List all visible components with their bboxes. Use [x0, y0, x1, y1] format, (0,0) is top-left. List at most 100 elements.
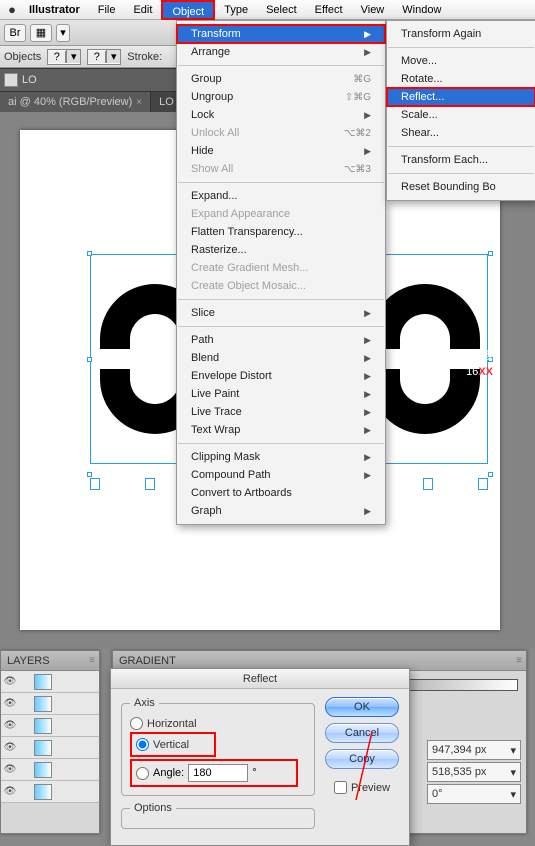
transform-readout: 947,394 px▾ 518,535 px▾ 0°▾ — [427, 740, 521, 806]
app-name[interactable]: Illustrator — [20, 4, 89, 16]
angle-field[interactable]: 0°▾ — [427, 784, 521, 804]
axis-horizontal[interactable]: Horizontal — [130, 717, 306, 730]
chevron-icon: ▾ — [510, 766, 516, 779]
object-item-envelope-distort[interactable]: Envelope Distort▶ — [177, 367, 385, 385]
panel-menu-icon[interactable]: ≡ — [516, 655, 522, 666]
arrange-docs-button[interactable]: ▦ — [30, 24, 52, 42]
transform-item-reset-bounding-bo[interactable]: Reset Bounding Bo — [387, 178, 535, 196]
object-item-text-wrap[interactable]: Text Wrap▶ — [177, 421, 385, 439]
visibility-icon[interactable]: 👁 — [1, 676, 19, 687]
radio-vertical[interactable] — [136, 738, 149, 751]
y-field[interactable]: 518,535 px▾ — [427, 762, 521, 782]
object-item-graph[interactable]: Graph▶ — [177, 502, 385, 520]
menu-item-label: Unlock All — [191, 127, 239, 139]
bridge-button[interactable]: Br — [4, 24, 26, 42]
layer-thumb — [34, 696, 52, 712]
degree-symbol: ° — [252, 767, 256, 779]
radio-horizontal[interactable] — [130, 717, 143, 730]
menu-item-label: Hide — [191, 145, 214, 157]
layer-thumb — [34, 674, 52, 690]
preview-toggle[interactable]: Preview — [334, 781, 390, 794]
close-icon[interactable]: × — [136, 97, 142, 108]
toolbar-dropdown[interactable]: ▾ — [56, 24, 70, 42]
transform-item-shear-[interactable]: Shear... — [387, 124, 535, 142]
visibility-icon[interactable]: 👁 — [1, 742, 19, 753]
menu-select[interactable]: Select — [257, 0, 306, 20]
object-item-slice[interactable]: Slice▶ — [177, 304, 385, 322]
axis-vertical[interactable]: Vertical — [136, 738, 210, 751]
visibility-icon[interactable]: 👁 — [1, 786, 19, 797]
transform-item-reflect-[interactable]: Reflect... — [387, 88, 535, 106]
transform-item-move-[interactable]: Move... — [387, 52, 535, 70]
cancel-button[interactable]: Cancel — [325, 723, 399, 743]
object-item-group[interactable]: Group⌘G — [177, 70, 385, 88]
menu-edit[interactable]: Edit — [124, 0, 161, 20]
object-item-arrange[interactable]: Arrange▶ — [177, 43, 385, 61]
object-item-blend[interactable]: Blend▶ — [177, 349, 385, 367]
menu-type[interactable]: Type — [215, 0, 257, 20]
visibility-icon[interactable]: 👁 — [1, 764, 19, 775]
menu-file[interactable]: File — [89, 0, 125, 20]
apple-menu[interactable]: ● — [4, 2, 20, 17]
object-item-transform[interactable]: Transform▶ — [177, 25, 385, 43]
menu-item-label: Clipping Mask — [191, 451, 260, 463]
shortcut: ⌥⌘3 — [344, 164, 371, 175]
panel-menu-icon[interactable]: ≡ — [89, 655, 95, 666]
menu-item-label: Flatten Transparency... — [191, 226, 303, 238]
object-item-flatten-transparency-[interactable]: Flatten Transparency... — [177, 223, 385, 241]
layer-thumb — [34, 740, 52, 756]
ok-button[interactable]: OK — [325, 697, 399, 717]
object-item-ungroup[interactable]: Ungroup⇧⌘G — [177, 88, 385, 106]
x-field[interactable]: 947,394 px▾ — [427, 740, 521, 760]
object-item-lock[interactable]: Lock▶ — [177, 106, 385, 124]
object-item-rasterize-[interactable]: Rasterize... — [177, 241, 385, 259]
menu-window[interactable]: Window — [393, 0, 450, 20]
object-item-expand-appearance: Expand Appearance — [177, 205, 385, 223]
menu-effect[interactable]: Effect — [306, 0, 352, 20]
chevron-icon: ▾ — [510, 788, 516, 801]
menu-object[interactable]: Object — [161, 0, 215, 20]
doc-tab-label: ai @ 40% (RGB/Preview) — [8, 96, 132, 108]
layer-row[interactable]: 👁 — [1, 737, 99, 759]
layer-row[interactable]: 👁 — [1, 781, 99, 803]
angle-input[interactable] — [188, 764, 248, 782]
transform-item-rotate-[interactable]: Rotate... — [387, 70, 535, 88]
layer-row[interactable]: 👁 — [1, 759, 99, 781]
stroke-combo[interactable]: ?▾ — [87, 49, 121, 65]
selection-label: Objects — [4, 51, 41, 63]
layer-row[interactable]: 👁 — [1, 693, 99, 715]
submenu-arrow-icon: ▶ — [364, 470, 371, 481]
menu-item-label: Expand... — [191, 190, 237, 202]
object-item-expand-[interactable]: Expand... — [177, 187, 385, 205]
doc-tab-active[interactable]: ai @ 40% (RGB/Preview) × — [0, 92, 151, 112]
visibility-icon[interactable]: 👁 — [1, 720, 19, 731]
transform-item-transform-each-[interactable]: Transform Each... — [387, 151, 535, 169]
layers-title: LAYERS — [7, 655, 50, 667]
axis-group: Axis Horizontal Vertical Angle: ° — [121, 697, 315, 796]
angle-label: Angle: — [153, 767, 184, 779]
fill-combo[interactable]: ?▾ — [47, 49, 81, 65]
object-item-live-trace[interactable]: Live Trace▶ — [177, 403, 385, 421]
object-item-clipping-mask[interactable]: Clipping Mask▶ — [177, 448, 385, 466]
object-item-path[interactable]: Path▶ — [177, 331, 385, 349]
menu-item-label: Path — [191, 334, 214, 346]
menu-bar: ● Illustrator File Edit Object Type Sele… — [0, 0, 535, 20]
chevron-down-icon: ▾ — [66, 50, 80, 63]
fill-value: ? — [48, 51, 66, 63]
object-item-convert-to-artboards[interactable]: Convert to Artboards — [177, 484, 385, 502]
layer-row[interactable]: 👁 — [1, 671, 99, 693]
transform-item-scale-[interactable]: Scale... — [387, 106, 535, 124]
menu-view[interactable]: View — [352, 0, 394, 20]
object-item-live-paint[interactable]: Live Paint▶ — [177, 385, 385, 403]
layer-row[interactable]: 👁 — [1, 715, 99, 737]
copy-button[interactable]: Copy — [325, 749, 399, 769]
preview-checkbox[interactable] — [334, 781, 347, 794]
transform-item-transform-again[interactable]: Transform Again — [387, 25, 535, 43]
object-item-compound-path[interactable]: Compound Path▶ — [177, 466, 385, 484]
layers-panel[interactable]: LAYERS ≡ 👁 👁 👁 👁 👁 👁 — [0, 650, 100, 834]
shortcut: ⌥⌘2 — [344, 128, 371, 139]
radio-angle[interactable] — [136, 767, 149, 780]
object-item-hide[interactable]: Hide▶ — [177, 142, 385, 160]
submenu-arrow-icon: ▶ — [364, 389, 371, 400]
visibility-icon[interactable]: 👁 — [1, 698, 19, 709]
